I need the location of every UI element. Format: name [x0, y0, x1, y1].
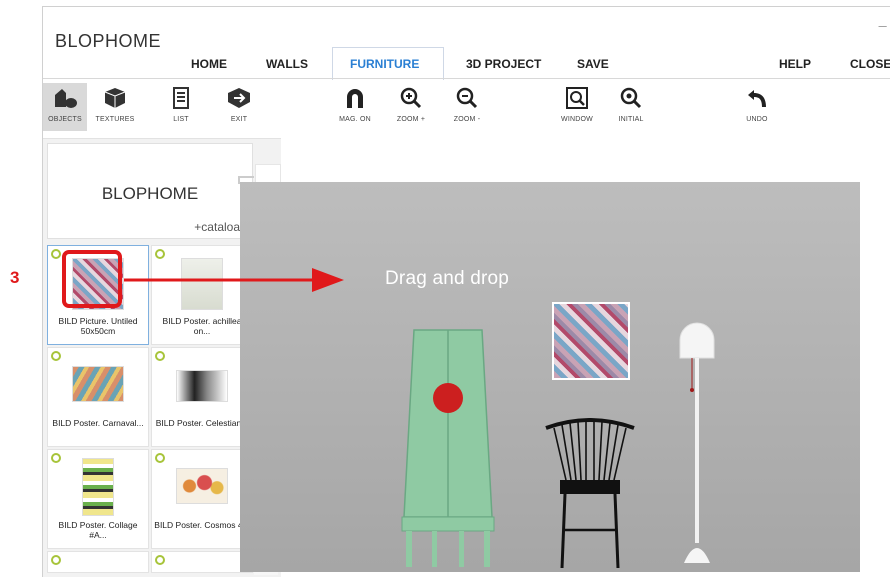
magnet-button[interactable]: MAG. ON [333, 83, 377, 123]
placed-artwork[interactable] [552, 302, 630, 380]
menu-close[interactable]: CLOSE [850, 57, 890, 71]
window-zoom-icon [555, 83, 599, 113]
product-card[interactable] [151, 551, 253, 573]
window-zoom-button[interactable]: WINDOW [555, 83, 599, 123]
step-number: 3 [10, 268, 20, 287]
floor-lamp-model[interactable] [672, 318, 722, 563]
exit-label: EXIT [230, 116, 248, 123]
product-card[interactable]: BILD Poster. Carnaval... [47, 347, 149, 447]
objects-icon [43, 83, 87, 113]
status-dot [155, 351, 165, 361]
undo-icon [735, 83, 779, 113]
menu-divider [43, 78, 890, 79]
objects-button[interactable]: OBJECTS [43, 83, 87, 131]
product-name: BILD Poster. Collage #A... [58, 520, 138, 540]
objects-label: OBJECTS [48, 116, 82, 123]
zoom-out-button[interactable]: ZOOM - [445, 83, 489, 123]
product-thumbnail [176, 370, 228, 402]
chair-model[interactable] [540, 418, 640, 568]
cube-icon [93, 83, 137, 113]
exit-button[interactable]: EXIT [217, 83, 261, 123]
zoom-in-icon [389, 83, 433, 113]
undo-label: UNDO [746, 116, 768, 123]
menu-3d-project[interactable]: 3D PROJECT [466, 57, 541, 71]
product-thumbnail [72, 366, 124, 402]
app-title: BLOPHOME [55, 31, 162, 51]
window-label: WINDOW [561, 116, 593, 123]
initial-label: INITIAL [618, 116, 644, 123]
status-dot [51, 351, 61, 361]
product-thumbnail [176, 468, 228, 504]
menu-walls[interactable]: WALLS [266, 57, 308, 71]
status-dot [51, 555, 61, 565]
initial-zoom-button[interactable]: INITIAL [609, 83, 653, 123]
initial-zoom-icon [609, 83, 653, 113]
zoom-in-label: ZOOM + [396, 116, 426, 123]
menu-home[interactable]: HOME [191, 57, 227, 71]
list-button[interactable]: LIST [159, 83, 203, 123]
undo-button[interactable]: UNDO [735, 83, 779, 123]
product-thumbnail [82, 458, 114, 516]
drag-instruction: Drag and drop [385, 268, 510, 289]
product-name: BILD Poster. Cosmos 4... [154, 520, 250, 530]
product-card[interactable]: BILD Poster. achillea on... [151, 245, 253, 345]
product-card[interactable]: BILD Poster. Celestian... [151, 347, 253, 447]
menu-furniture[interactable]: FURNITURE [350, 57, 419, 71]
status-dot [155, 453, 165, 463]
catalog-card[interactable]: BLOPHOME +cataloas [47, 143, 253, 239]
product-name: BILD Poster. achillea on... [162, 316, 242, 336]
status-dot [51, 453, 61, 463]
product-card[interactable]: BILD Poster. Collage #A... [47, 449, 149, 549]
status-dot [155, 249, 165, 259]
magnet-icon [333, 83, 377, 113]
product-name: BILD Picture. Untiled 50x50cm [58, 316, 138, 336]
main-menu: HOME WALLS FURNITURE 3D PROJECT SAVE HEL… [43, 57, 890, 79]
product-name: BILD Poster. Celestian... [155, 418, 249, 428]
list-label: LIST [173, 116, 189, 123]
status-dot [155, 555, 165, 565]
product-card[interactable] [47, 551, 149, 573]
zoom-in-button[interactable]: ZOOM + [389, 83, 433, 123]
window-controls[interactable]: _ ☐ [879, 11, 890, 28]
menu-save[interactable]: SAVE [577, 57, 609, 71]
textures-label: TEXTURES [95, 116, 135, 123]
zoom-out-label: ZOOM - [453, 116, 481, 123]
textures-button[interactable]: TEXTURES [93, 83, 137, 123]
catalog-subtitle: +cataloas [194, 220, 246, 234]
drag-arrow [124, 268, 344, 292]
menu-help[interactable]: HELP [779, 57, 811, 71]
exit-icon [217, 83, 261, 113]
cabinet-model[interactable] [392, 322, 504, 567]
product-card[interactable]: BILD Poster. Cosmos 4... [151, 449, 253, 549]
mag-on-label: MAG. ON [339, 116, 371, 123]
toolbar: OBJECTS TEXTURES LIST EXIT MAG. ON ZOOM … [43, 83, 890, 137]
highlight-box [62, 250, 122, 308]
catalog-title: BLOPHOME [101, 184, 199, 203]
status-dot [51, 249, 61, 259]
list-icon [159, 83, 203, 113]
zoom-out-icon [445, 83, 489, 113]
product-name: BILD Poster. Carnaval... [52, 418, 144, 428]
